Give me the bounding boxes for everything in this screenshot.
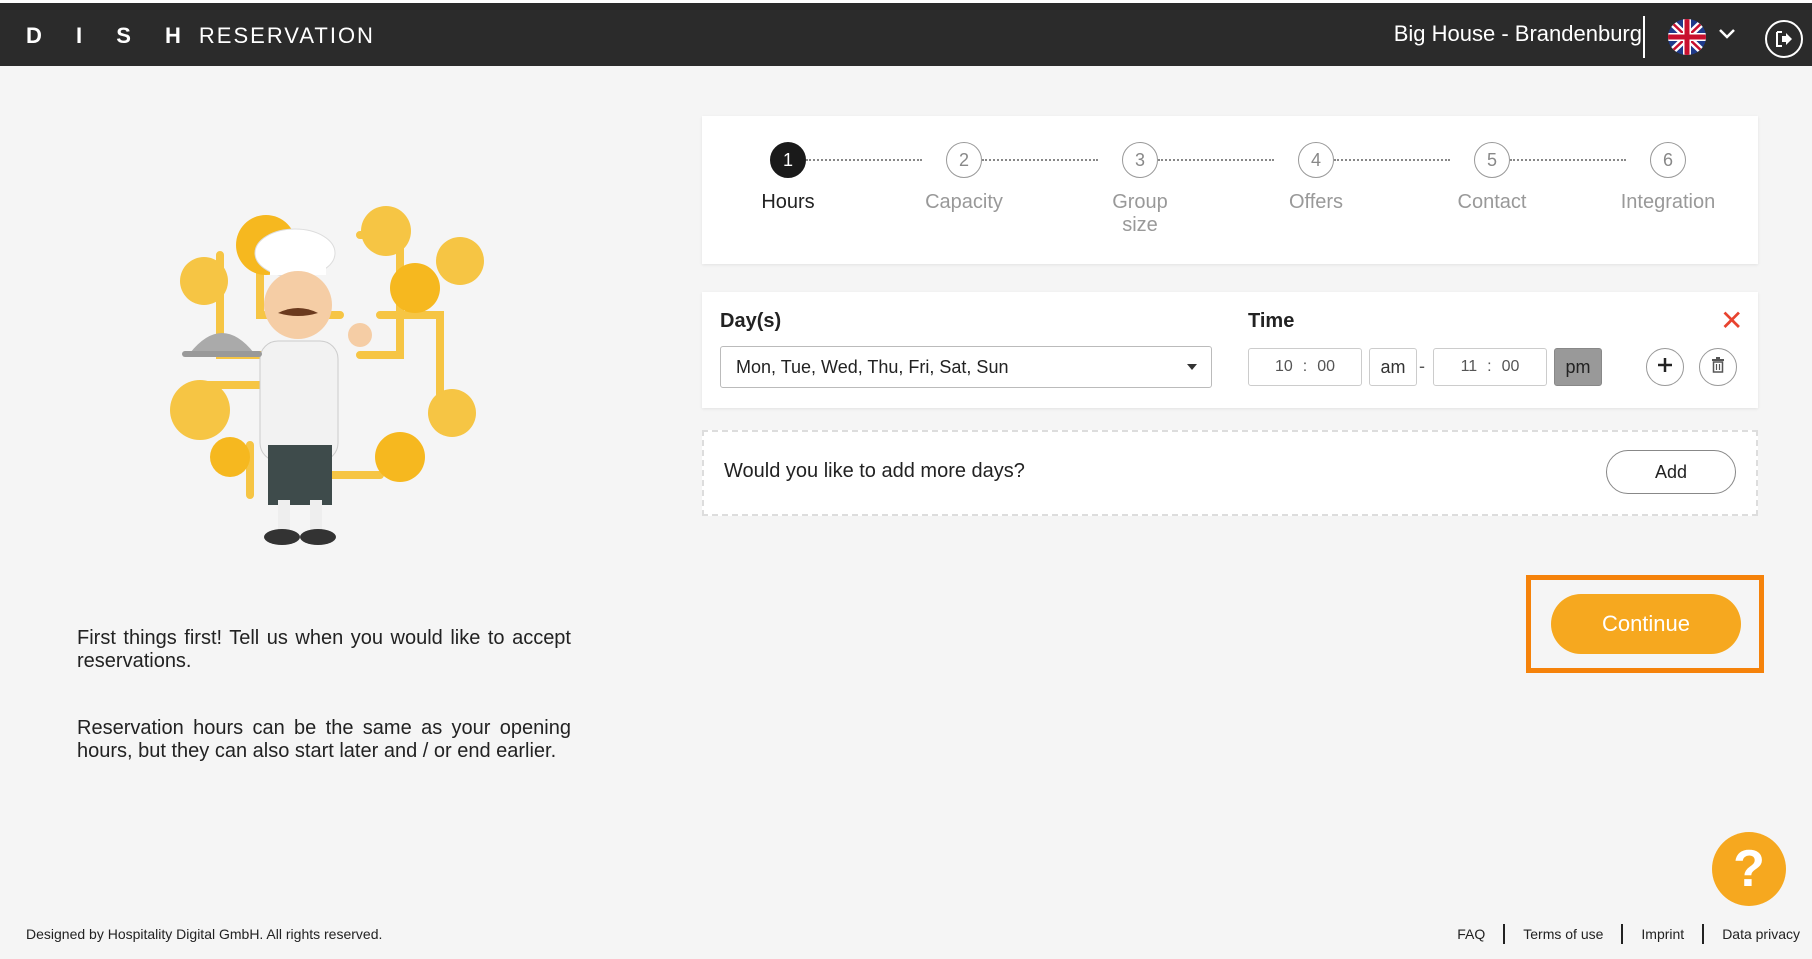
time-colon: : [1302, 358, 1308, 375]
step-label: Offers [1288, 191, 1344, 213]
footer-link-privacy[interactable]: Data privacy [1722, 926, 1800, 942]
setup-stepper: 1 Hours 2 Capacity 3 Group size 4 Offers… [702, 116, 1758, 264]
step-label: Hours [761, 191, 815, 213]
start-am-toggle[interactable]: am [1369, 348, 1417, 386]
end-pm-toggle[interactable]: pm [1554, 348, 1602, 386]
delete-time-button[interactable] [1699, 348, 1737, 386]
logout-icon[interactable] [1765, 20, 1803, 58]
continue-button[interactable]: Continue [1551, 594, 1741, 654]
footer-copyright: Designed by Hospitality Digital GmbH. Al… [26, 926, 383, 942]
chef-illustration [160, 195, 500, 545]
footer-link-imprint[interactable]: Imprint [1641, 926, 1684, 942]
footer-link-terms[interactable]: Terms of use [1523, 926, 1603, 942]
start-minute[interactable]: 00 [1317, 358, 1335, 376]
top-bar: D I S H RESERVATION Big House - Brandenb… [0, 0, 1812, 66]
chevron-down-icon[interactable] [1718, 23, 1736, 49]
step-integration[interactable]: 6 Integration [1583, 142, 1753, 214]
time-colon: : [1487, 358, 1492, 375]
step-number: 2 [946, 142, 982, 178]
end-time-input[interactable]: 11 : 00 [1433, 348, 1547, 386]
footer-link-faq[interactable]: FAQ [1457, 926, 1485, 942]
close-icon[interactable]: ✕ [1720, 304, 1743, 337]
time-range-dash: - [1419, 356, 1425, 376]
step-label: Capacity [925, 191, 1003, 213]
time-label: Time [1248, 310, 1295, 332]
venue-name[interactable]: Big House - Brandenburg [1394, 21, 1642, 47]
start-time-input[interactable]: 10 : 00 [1248, 348, 1362, 386]
plus-icon [1657, 357, 1673, 378]
help-icon[interactable]: ? [1712, 832, 1786, 906]
days-select[interactable]: Mon, Tue, Wed, Thu, Fri, Sat, Sun [720, 346, 1212, 388]
trash-icon [1711, 356, 1725, 378]
end-hour[interactable]: 11 [1461, 358, 1478, 376]
end-minute[interactable]: 00 [1502, 358, 1520, 376]
step-label: Integration [1620, 191, 1716, 213]
days-select-value: Mon, Tue, Wed, Thu, Fri, Sat, Sun [736, 356, 1009, 377]
app-logo[interactable]: D I S H RESERVATION [26, 23, 375, 49]
add-more-days-card: Would you like to add more days? Add [702, 430, 1758, 516]
footer-links: FAQ Terms of use Imprint Data privacy [1457, 924, 1800, 944]
step-number: 5 [1474, 142, 1510, 178]
step-label: Contact [1457, 191, 1527, 213]
footer-divider [1621, 924, 1624, 944]
start-hour[interactable]: 10 [1275, 358, 1293, 376]
caret-down-icon [1187, 364, 1197, 370]
step-offers[interactable]: 4 Offers [1231, 142, 1401, 214]
intro-text-2: Reservation hours can be the same as you… [77, 717, 571, 762]
step-number: 6 [1650, 142, 1686, 178]
logo-reservation: RESERVATION [198, 23, 375, 48]
intro-text-1: First things first! Tell us when you wou… [77, 627, 571, 672]
uk-flag-icon[interactable] [1668, 19, 1706, 55]
step-label: Group size [1112, 191, 1168, 236]
footer-divider [1503, 924, 1506, 944]
step-capacity[interactable]: 2 Capacity [879, 142, 1049, 214]
add-time-button[interactable] [1646, 348, 1684, 386]
hours-card: Day(s) Time ✕ Mon, Tue, Wed, Thu, Fri, S… [702, 292, 1758, 408]
add-more-days-text: Would you like to add more days? [724, 460, 1025, 482]
step-contact[interactable]: 5 Contact [1407, 142, 1577, 214]
step-number: 1 [770, 142, 806, 178]
step-group-size[interactable]: 3 Group size [1055, 142, 1225, 237]
logo-dish: D I S H [26, 23, 195, 48]
step-number: 3 [1122, 142, 1158, 178]
add-days-button[interactable]: Add [1606, 450, 1736, 494]
header-divider [1643, 16, 1645, 58]
footer-divider [1702, 924, 1705, 944]
days-label: Day(s) [720, 310, 782, 332]
step-hours[interactable]: 1 Hours [703, 142, 873, 214]
step-number: 4 [1298, 142, 1334, 178]
